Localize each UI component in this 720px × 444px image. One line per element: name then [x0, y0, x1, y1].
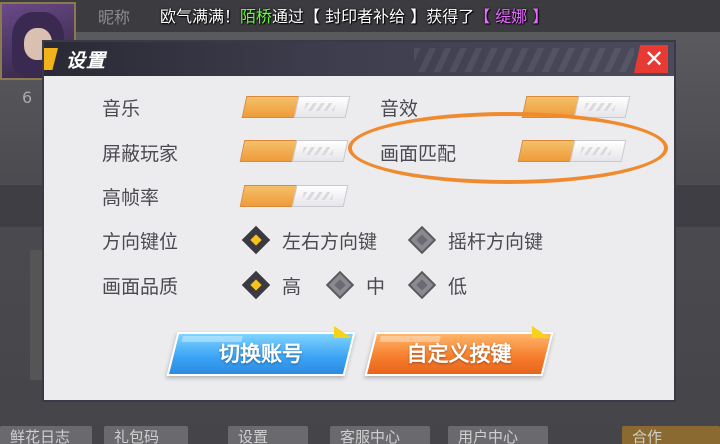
close-icon: ✕ — [644, 45, 665, 73]
bottom-tab-settings[interactable]: 设置 — [228, 426, 308, 444]
block-players-label: 屏蔽玩家 — [102, 143, 179, 165]
music-label: 音乐 — [102, 98, 141, 120]
toggle-off-segment — [293, 96, 351, 118]
toggle-off-segment — [291, 185, 349, 207]
high-framerate-label: 高帧率 — [102, 187, 160, 209]
broadcast-ticker: 欧气满满！陌桥通过【 封印者补给 】获得了【 缇娜 】 — [160, 3, 548, 27]
bottom-tab-customer-service[interactable]: 客服中心 — [330, 426, 430, 444]
dialog-body: 音乐 音效 屏蔽玩家 画面匹配 高帧率 方向键位 左右方向键 摇杆方向键 画面品… — [44, 76, 674, 400]
switch-account-button[interactable]: 切换账号 — [166, 326, 356, 376]
block-players-toggle[interactable] — [239, 140, 349, 162]
player-level: 6 — [22, 88, 33, 107]
quality-option-label: 低 — [448, 276, 468, 298]
ticker-middle: 通过【 封印者补给 】获得了 — [272, 7, 475, 26]
switch-account-label: 切换账号 — [219, 342, 303, 366]
radio-unselected-icon — [407, 225, 437, 255]
radio-unselected-icon — [407, 270, 437, 300]
direction-keys-label: 方向键位 — [102, 231, 179, 253]
ticker-player: 陌桥 — [240, 7, 273, 26]
settings-dialog: 设置 ✕ 音乐 音效 屏蔽玩家 画面匹配 高帧率 方向键位 左右方向键 摇杆方向… — [42, 40, 676, 402]
radio-selected-icon — [241, 270, 271, 300]
direction-option-label: 左右方向键 — [282, 231, 378, 253]
close-button[interactable]: ✕ — [634, 45, 668, 73]
bottom-tab-user-center[interactable]: 用户中心 — [448, 426, 548, 444]
toggle-off-segment — [573, 96, 631, 118]
custom-keys-label: 自定义按键 — [406, 342, 512, 366]
bottom-tab-cooperate[interactable]: 合作 — [622, 426, 720, 444]
dialog-header: 设置 ✕ — [44, 42, 674, 76]
music-toggle[interactable] — [241, 96, 351, 118]
quality-option-label: 高 — [282, 276, 302, 298]
radio-selected-icon — [241, 225, 271, 255]
ticker-reward: 【 缇娜 】 — [474, 7, 549, 26]
toggle-off-segment — [291, 140, 349, 162]
bottom-tab-gift-code[interactable]: 礼包码 — [104, 426, 188, 444]
quality-label: 画面品质 — [102, 276, 179, 298]
direction-option-label: 摇杆方向键 — [448, 231, 544, 253]
bottom-tab-flower-log[interactable]: 鲜花日志 — [0, 426, 92, 444]
custom-keys-button[interactable]: 自定义按键 — [364, 326, 554, 376]
dialog-title: 设置 — [66, 50, 107, 72]
high-framerate-toggle[interactable] — [239, 185, 349, 207]
quality-option-label: 中 — [366, 276, 386, 298]
header-stripes — [414, 48, 634, 72]
sound-effects-toggle[interactable] — [521, 96, 631, 118]
screen-match-toggle[interactable] — [517, 140, 627, 162]
sound-effects-label: 音效 — [380, 98, 419, 120]
toggle-off-segment — [569, 140, 627, 162]
screen-match-label: 画面匹配 — [380, 143, 457, 165]
radio-unselected-icon — [325, 270, 355, 300]
player-name: 昵称 — [98, 8, 131, 27]
header-accent — [44, 48, 58, 70]
ticker-prefix: 欧气满满！ — [160, 7, 241, 26]
